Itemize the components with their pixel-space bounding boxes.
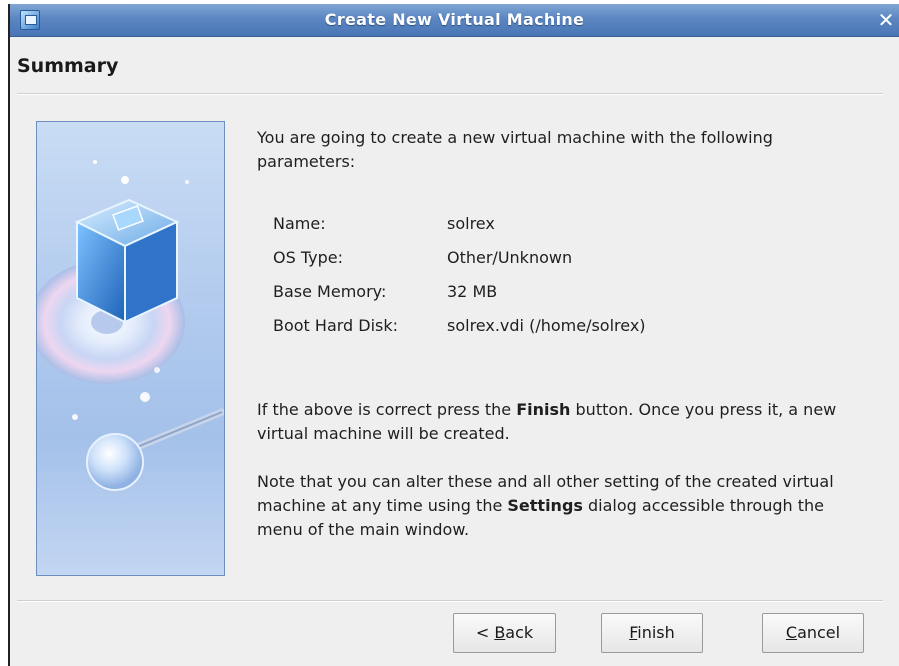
back-button-prefix: < bbox=[475, 623, 495, 642]
param-value: 32 MB bbox=[447, 282, 498, 301]
footer-divider bbox=[17, 600, 883, 602]
param-label: Boot Hard Disk: bbox=[273, 316, 399, 335]
finish-instructions-text: If the above is correct press the bbox=[257, 400, 517, 419]
intro-text: You are going to create a new virtual ma… bbox=[257, 128, 773, 171]
finish-instructions: If the above is correct press the Finish… bbox=[257, 398, 837, 446]
param-label: Base Memory: bbox=[273, 282, 387, 301]
param-label: OS Type: bbox=[273, 248, 343, 267]
back-button-mnemonic: B bbox=[494, 623, 506, 642]
finish-keyword: Finish bbox=[516, 400, 571, 419]
finish-button-label: inish bbox=[637, 623, 675, 642]
page-title: Summary bbox=[17, 55, 119, 77]
title-bar[interactable]: Create New Virtual Machine ✕ bbox=[10, 4, 899, 37]
param-value: solrex bbox=[447, 214, 495, 233]
cancel-button-label: ancel bbox=[797, 623, 841, 642]
virtualbox-illustration bbox=[36, 121, 225, 576]
param-label: Name: bbox=[273, 214, 326, 233]
close-icon[interactable]: ✕ bbox=[875, 9, 897, 31]
settings-keyword: Settings bbox=[507, 496, 583, 515]
back-button-label: ack bbox=[505, 623, 534, 642]
finish-button[interactable]: Finish bbox=[601, 613, 703, 653]
param-value: Other/Unknown bbox=[447, 248, 573, 267]
header-divider bbox=[17, 93, 883, 95]
back-button[interactable]: < Back bbox=[453, 613, 556, 653]
cancel-button[interactable]: Cancel bbox=[762, 613, 864, 653]
cancel-button-mnemonic: C bbox=[785, 623, 798, 642]
window-title: Create New Virtual Machine bbox=[324, 10, 585, 29]
param-value: solrex.vdi (/home/solrex) bbox=[447, 316, 646, 335]
virtualbox-cube-disc-icon bbox=[37, 160, 224, 491]
settings-note: Note that you can alter these and all ot… bbox=[257, 470, 837, 542]
